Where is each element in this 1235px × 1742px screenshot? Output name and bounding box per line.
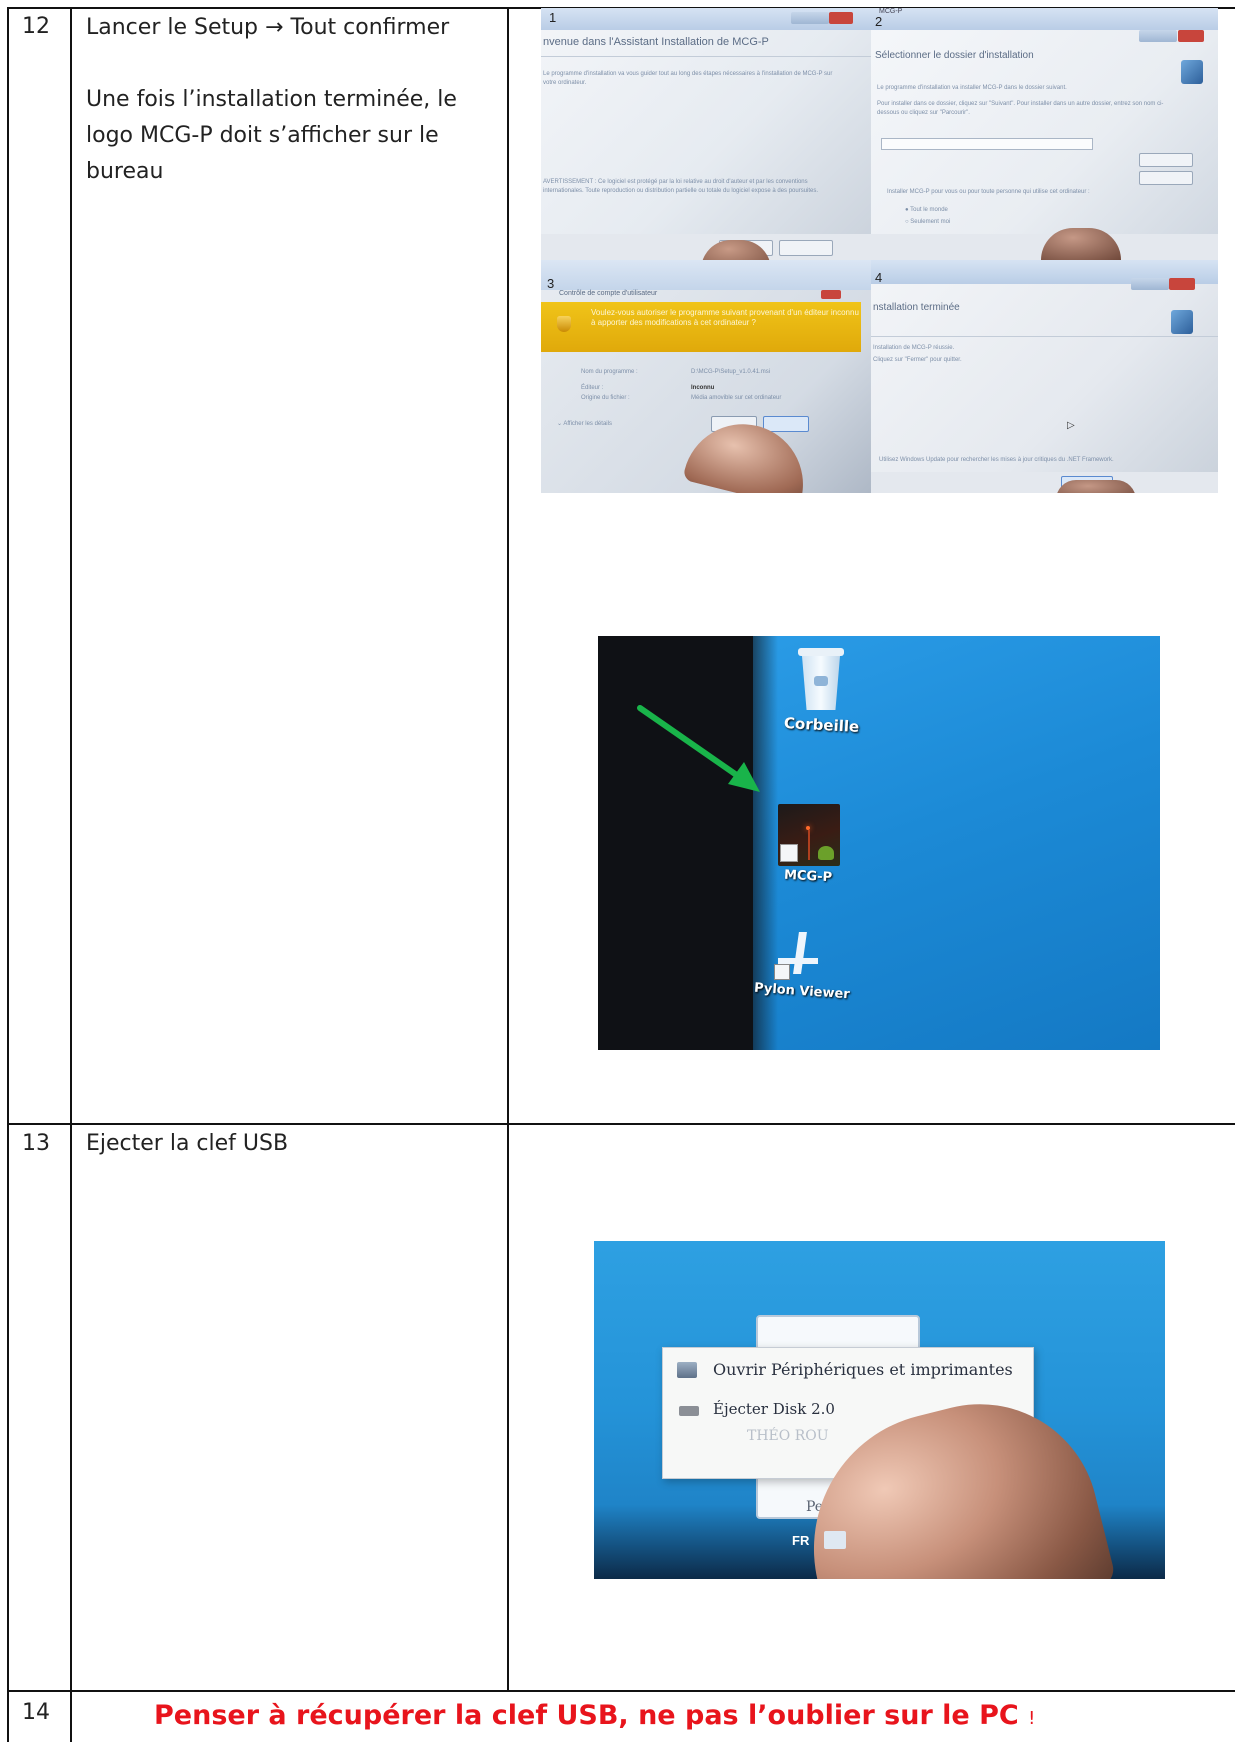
close-icon — [1169, 278, 1195, 290]
finger — [1056, 480, 1136, 493]
installer-panel-3: 3 Contrôle de compte d'utilisateur Voule… — [541, 260, 871, 493]
finger — [1041, 228, 1121, 260]
warning-text: Penser à récupérer la clef USB, ne pas l… — [154, 1700, 1019, 1731]
installer-panel-4: 4 nstallation terminée Installation de M… — [871, 260, 1218, 493]
step-note-line: bureau — [86, 159, 164, 184]
mcg-p-app-icon — [778, 804, 840, 866]
step-instruction: Lancer le Setup → Tout confirmer — [86, 15, 450, 40]
shortcut-arrow-icon — [780, 844, 798, 862]
warning-message: Penser à récupérer la clef USB, ne pas l… — [154, 1700, 1035, 1731]
usb-drive-icon — [679, 1406, 699, 1416]
step-note-line: Une fois l’installation terminée, le — [86, 87, 457, 112]
step-note-line: logo MCG-P doit s’afficher sur le — [86, 123, 439, 148]
folder-field — [881, 138, 1093, 150]
pylon-viewer-icon — [774, 932, 820, 980]
step-instruction: Ejecter la clef USB — [86, 1131, 289, 1156]
browse-button — [1139, 153, 1193, 167]
table-border-text-col — [507, 7, 509, 1692]
panel-title: Sélectionner le dossier d'installation — [875, 50, 1034, 61]
disk-cost-button — [1139, 171, 1193, 185]
panel-title: Contrôle de compte d'utilisateur — [559, 290, 658, 297]
window-buttons-icon — [791, 12, 829, 24]
step-badge: 4 — [875, 270, 883, 285]
step-number: 12 — [22, 14, 50, 39]
close-icon — [821, 290, 841, 299]
printer-icon — [677, 1362, 697, 1378]
installer-panel-2: 2 MCG-P Sélectionner le dossier d'instal… — [871, 8, 1218, 260]
panel-title: nvenue dans l'Assistant Installation de … — [543, 36, 769, 48]
cancel-button — [779, 240, 833, 256]
desktop-photo: Corbeille MCG-P Pylon Viewer — [598, 636, 1160, 1050]
desktop-icon-label: MCG-P — [783, 867, 833, 886]
step-number: 13 — [22, 1131, 50, 1156]
cursor-icon: ▷ — [1067, 420, 1075, 431]
installer-logo-icon — [1181, 60, 1203, 84]
window-label: MCG-P — [879, 8, 903, 15]
table-border-row13-bottom — [7, 1690, 1235, 1692]
installer-photo-collage: 1 nvenue dans l'Assistant Installation d… — [541, 8, 1218, 493]
table-border-num-col — [70, 7, 72, 1742]
installer-panel-1: 1 nvenue dans l'Assistant Installation d… — [541, 8, 871, 260]
step-badge: 1 — [549, 10, 557, 25]
step-number: 14 — [22, 1700, 50, 1725]
taskbar-language: FR — [792, 1533, 810, 1548]
usb-eject-photo: Ouvrir Périphériques et imprimantes Éjec… — [594, 1241, 1165, 1579]
menu-item-label: Éjecter Disk 2.0 — [713, 1400, 835, 1418]
menu-item-label: Ouvrir Périphériques et imprimantes — [713, 1360, 1013, 1379]
table-border-row12-bottom — [7, 1123, 1235, 1125]
green-arrow-icon — [637, 705, 760, 792]
shield-icon — [557, 316, 571, 332]
step-badge: 2 — [875, 14, 883, 29]
close-icon — [829, 12, 853, 24]
panel-title: nstallation terminée — [873, 302, 960, 313]
warning-mark: ! — [1028, 1708, 1036, 1729]
step-badge: 3 — [547, 276, 555, 291]
show-hidden-icons-icon — [824, 1531, 846, 1549]
window-buttons-icon — [1139, 30, 1177, 42]
close-icon — [1178, 30, 1204, 42]
installer-logo-icon — [1171, 310, 1193, 334]
menu-item-label: THÉO ROU — [747, 1428, 829, 1444]
window-buttons-icon — [1131, 278, 1169, 290]
table-border-left — [7, 7, 9, 1742]
